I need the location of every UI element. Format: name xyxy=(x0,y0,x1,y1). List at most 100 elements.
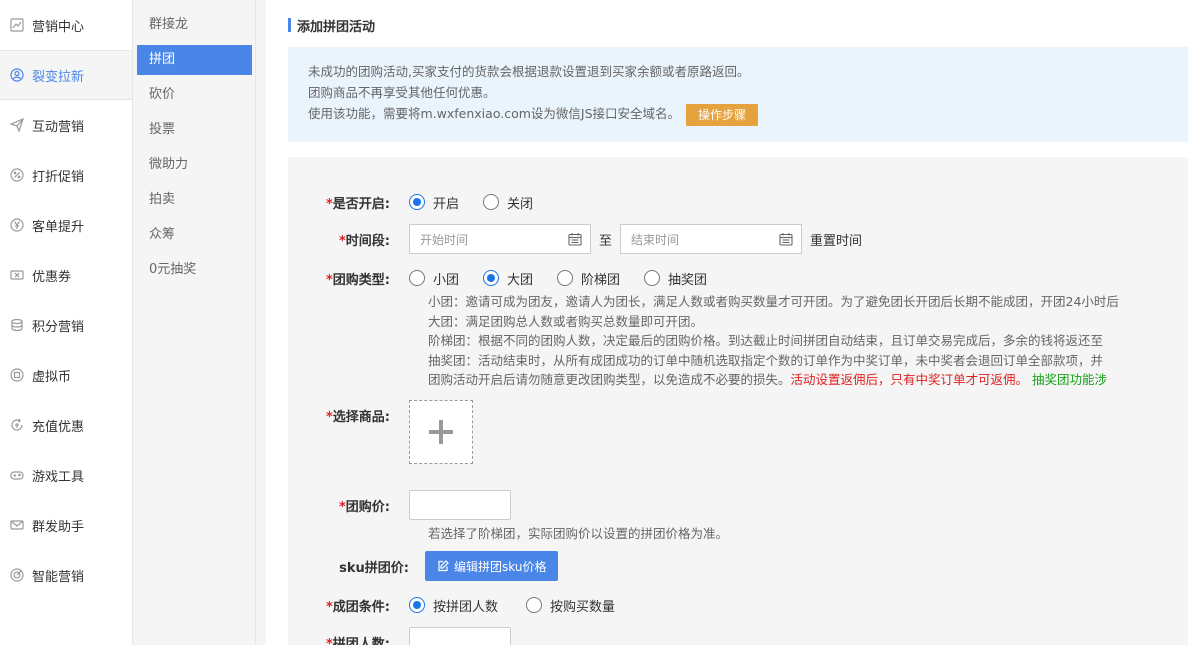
radio-label: 阶梯团 xyxy=(581,272,621,288)
sub-sidebar: 群接龙 拼团 砍价 投票 微助力 拍卖 众筹 0元抽奖 xyxy=(134,0,256,645)
group-type-radio-lottery[interactable]: 抽奖团 xyxy=(644,269,707,288)
add-product-button[interactable] xyxy=(409,400,473,464)
nav-item-fission[interactable]: 裂变拉新 xyxy=(0,50,132,100)
nav-item-order-value[interactable]: 客单提升 xyxy=(0,200,132,250)
nav-item-smart-marketing[interactable]: 智能营销 xyxy=(0,550,132,600)
group-type-row: *团购类型: 小团 大团 阶梯团 抽奖团 xyxy=(288,266,731,290)
main-sidebar: 营销中心 裂变拉新 互动营销 打折促销 客单提升 优惠券 积分营销 虚拟币 充值… xyxy=(0,0,133,645)
group-price-label: *团购价: xyxy=(288,496,409,515)
notice-line-refund: 未成功的团购活动,买家支付的货款会根据退款设置退到买家余额或者原路返回。 xyxy=(308,64,750,79)
subnav-item-bargain[interactable]: 砍价 xyxy=(137,80,252,110)
condition-radio-quantity[interactable]: 按购买数量 xyxy=(526,596,615,615)
coins-icon xyxy=(10,318,24,332)
condition-row: *成团条件: 按拼团人数 按购买数量 xyxy=(288,593,639,617)
nav-item-label: 游戏工具 xyxy=(32,469,85,485)
desc-warning-red: 活动设置返佣后，只有中奖订单才可返佣。 xyxy=(790,372,1029,388)
subnav-item-crowdfunding[interactable]: 众筹 xyxy=(137,220,252,250)
nav-item-virtual-coin[interactable]: 虚拟币 xyxy=(0,350,132,400)
radio-dot xyxy=(409,597,425,613)
group-size-label: *拼团人数: xyxy=(288,633,409,645)
radio-label: 关闭 xyxy=(507,196,534,212)
notice-domain-text: 使用该功能，需要将m.wxfenxiao.com设为微信JS接口安全域名。 xyxy=(308,106,681,121)
page-title: 添加拼团活动 xyxy=(297,19,376,35)
nav-item-interactive[interactable]: 互动营销 xyxy=(0,100,132,150)
enable-label-text: 是否开启: xyxy=(332,196,390,212)
group-price-input[interactable] xyxy=(409,490,511,520)
nav-item-label: 智能营销 xyxy=(32,569,85,585)
period-controls: 开始时间 至 结束时间 重置时间 xyxy=(409,224,862,254)
sku-price-label: sku拼团价: xyxy=(339,560,409,576)
radio-label: 按购买数量 xyxy=(550,599,616,615)
nav-item-discount[interactable]: 打折促销 xyxy=(0,150,132,200)
enable-radio-on[interactable]: 开启 xyxy=(409,193,459,212)
required-mark: * xyxy=(325,636,333,645)
sku-price-row: sku拼团价: 编辑拼团sku价格 xyxy=(288,551,559,581)
nav-item-label: 裂变拉新 xyxy=(32,69,85,85)
subnav-item-auction[interactable]: 拍卖 xyxy=(137,185,252,215)
required-mark: * xyxy=(338,233,346,249)
enable-options: 开启 关闭 xyxy=(409,193,557,212)
required-mark: * xyxy=(325,196,333,212)
group-type-label-text: 团购类型: xyxy=(332,272,390,288)
main-content: 添加拼团活动 未成功的团购活动,买家支付的货款会根据退款设置退到买家余额或者原路… xyxy=(266,0,1188,645)
edit-sku-price-label: 编辑拼团sku价格 xyxy=(454,559,547,574)
operation-steps-button[interactable]: 操作步骤 xyxy=(686,103,759,126)
required-mark: * xyxy=(325,599,333,615)
nav-item-label: 充值优惠 xyxy=(32,419,85,435)
start-time-input[interactable]: 开始时间 xyxy=(409,224,591,254)
desc-lottery-group: 抽奖团：活动结束时，从所有成团成功的订单中随机选取指定个数的订单作为中奖订单，未… xyxy=(428,352,1104,368)
title-accent-bar xyxy=(288,18,291,32)
target-icon xyxy=(10,568,24,582)
nav-item-coupon[interactable]: 优惠券 xyxy=(0,250,132,300)
group-buy-form: *是否开启: 开启 关闭 *时间段: 开始时间 至 结束时间 重置时间 *团购类… xyxy=(288,157,1188,645)
nav-item-label: 客单提升 xyxy=(32,219,85,235)
calendar-icon xyxy=(779,233,793,246)
subnav-item-boost[interactable]: 微助力 xyxy=(137,150,252,180)
nav-item-points[interactable]: 积分营销 xyxy=(0,300,132,350)
yen-circle-icon xyxy=(10,218,24,232)
group-type-radio-tiered[interactable]: 阶梯团 xyxy=(557,269,620,288)
condition-radio-members[interactable]: 按拼团人数 xyxy=(409,596,498,615)
group-type-description: 小团：邀请可成为团友，邀请人为团长，满足人数或者购买数量才可开团。为了避免团长开… xyxy=(428,292,1119,390)
radio-dot xyxy=(526,597,543,613)
end-time-input[interactable]: 结束时间 xyxy=(620,224,803,254)
radio-label: 抽奖团 xyxy=(668,272,708,288)
subnav-item-group-buy[interactable]: 拼团 xyxy=(137,45,252,75)
required-mark: * xyxy=(338,499,346,515)
desc-warning-text: 团购活动开启后请勿随意更改团购类型，以免造成不必要的损失。 xyxy=(428,372,791,388)
group-size-input[interactable] xyxy=(409,627,511,645)
nav-item-mass-message[interactable]: 群发助手 xyxy=(0,500,132,550)
nav-item-recharge[interactable]: 充值优惠 xyxy=(0,400,132,450)
desc-small-group: 小团：邀请可成为团友，邀请人为团长，满足人数或者购买数量才可开团。为了避免团长开… xyxy=(428,294,1119,309)
required-mark: * xyxy=(325,272,333,288)
subnav-item-group-chain[interactable]: 群接龙 xyxy=(137,10,252,40)
page-header: 添加拼团活动 xyxy=(288,16,376,35)
desc-tiered-group: 阶梯团：根据不同的团购人数，决定最后的团购价格。到达截止时间拼团自动结束，且订单… xyxy=(428,333,1104,349)
radio-dot xyxy=(483,270,500,286)
nav-item-game-tools[interactable]: 游戏工具 xyxy=(0,450,132,500)
reset-time-link[interactable]: 重置时间 xyxy=(810,230,862,249)
group-price-label-text: 团购价: xyxy=(345,499,390,515)
group-size-label-text: 拼团人数: xyxy=(332,636,390,645)
group-type-radio-small[interactable]: 小团 xyxy=(409,269,459,288)
start-time-placeholder: 开始时间 xyxy=(420,232,469,247)
edit-sku-price-button[interactable]: 编辑拼团sku价格 xyxy=(425,551,559,581)
enable-row: *是否开启: 开启 关闭 xyxy=(288,190,557,214)
enable-radio-off[interactable]: 关闭 xyxy=(483,193,533,212)
subnav-item-free-lottery[interactable]: 0元抽奖 xyxy=(137,255,252,285)
notice-box: 未成功的团购活动,买家支付的货款会根据退款设置退到买家余额或者原路返回。 团购商… xyxy=(288,47,1188,142)
mail-icon xyxy=(10,518,24,532)
product-label-text: 选择商品: xyxy=(332,410,390,425)
group-type-radio-large[interactable]: 大团 xyxy=(483,269,533,288)
group-price-row: *团购价: xyxy=(288,490,511,520)
subnav-item-vote[interactable]: 投票 xyxy=(137,115,252,145)
desc-warning: 团购活动开启后请勿随意更改团购类型，以免造成不必要的损失。活动设置返佣后，只有中… xyxy=(428,370,1119,390)
radio-label: 大团 xyxy=(507,272,534,288)
radio-dot xyxy=(644,270,661,286)
nav-item-label: 群发助手 xyxy=(32,519,85,535)
paper-plane-icon xyxy=(10,118,24,132)
nav-item-label: 营销中心 xyxy=(32,19,85,35)
nav-item-marketing-center[interactable]: 营销中心 xyxy=(0,0,132,50)
plus-icon xyxy=(429,420,453,444)
condition-label: *成团条件: xyxy=(288,596,409,615)
